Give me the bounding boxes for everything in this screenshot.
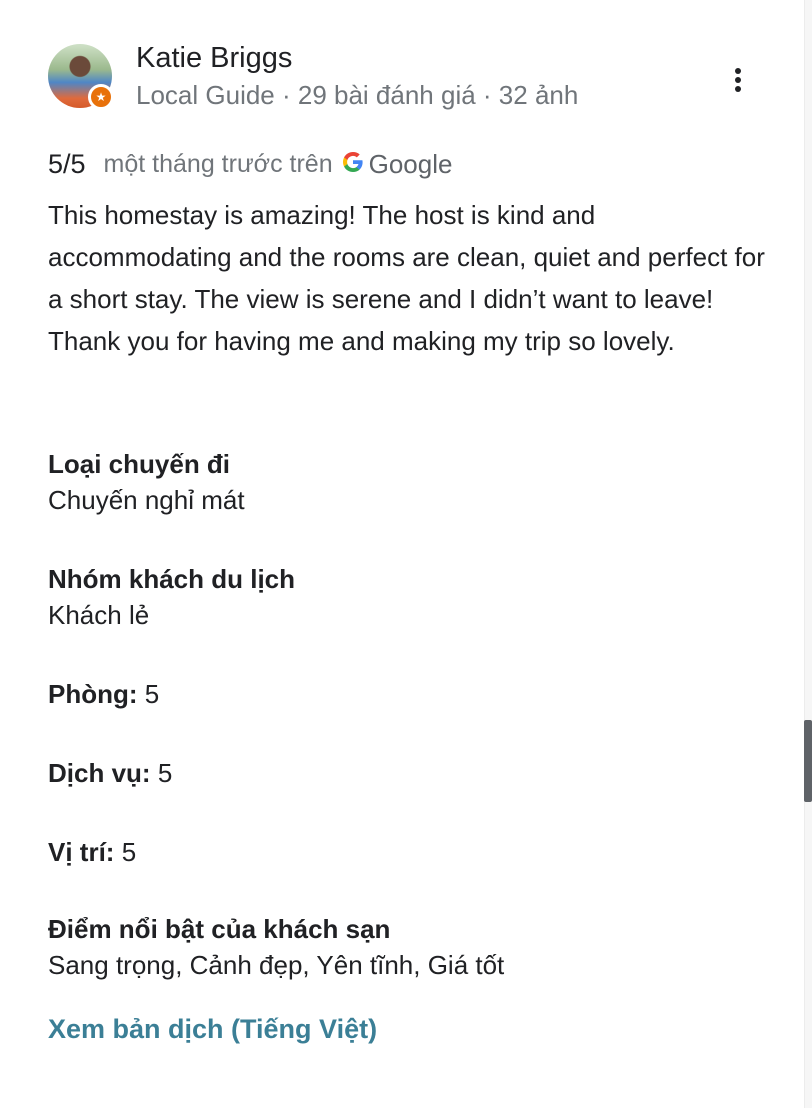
location-rating: Vị trí: 5 [48,834,768,870]
highlights-label: Điểm nổi bật của khách sạn [48,914,391,944]
trip-type-value: Chuyến nghỉ mát [48,485,245,515]
highlights-section: Điểm nổi bật của khách sạn Sang trọng, C… [48,911,768,983]
author-meta: Local Guide · 29 bài đánh giá · 32 ảnh [136,80,579,110]
more-vert-icon-dot [735,86,741,92]
author-name[interactable]: Katie Briggs [136,42,292,75]
avatar[interactable]: ★ [48,44,114,110]
rooms-label: Phòng: [48,679,138,709]
see-translation-link[interactable]: Xem bản dịch (Tiếng Việt) [48,1014,377,1045]
more-options-button[interactable] [724,64,752,96]
rooms-value: 5 [144,679,160,709]
google-g-icon [342,152,363,172]
rooms-rating: Phòng: 5 [48,676,768,712]
rating-row: 5/5 một tháng trước trên Google [48,146,452,182]
location-label: Vị trí: [48,837,115,867]
review-card: ★ Katie Briggs Local Guide · 29 bài đánh… [0,0,812,1108]
scrollbar-track[interactable] [804,0,812,1108]
more-vert-icon-dot [735,77,741,83]
local-guide-star-icon: ★ [88,84,114,110]
review-text: This homestay is amazing! The host is ki… [48,200,765,356]
travel-group-value: Khách lẻ [48,600,150,630]
location-value: 5 [121,837,137,867]
review-source: Google [368,148,453,179]
review-time: một tháng trước trên [103,149,333,178]
trip-type-section: Loại chuyến đi Chuyến nghỉ mát [48,446,768,518]
service-label: Dịch vụ: [48,758,151,788]
scrollbar-thumb[interactable] [804,720,812,802]
service-value: 5 [157,758,173,788]
trip-type-label: Loại chuyến đi [48,449,231,479]
service-rating: Dịch vụ: 5 [48,755,768,791]
highlights-value: Sang trọng, Cảnh đẹp, Yên tĩnh, Giá tốt [48,950,505,980]
travel-group-label: Nhóm khách du lịch [48,564,296,594]
more-vert-icon [735,68,741,74]
rating-score: 5/5 [48,148,86,179]
travel-group-section: Nhóm khách du lịch Khách lẻ [48,561,768,633]
